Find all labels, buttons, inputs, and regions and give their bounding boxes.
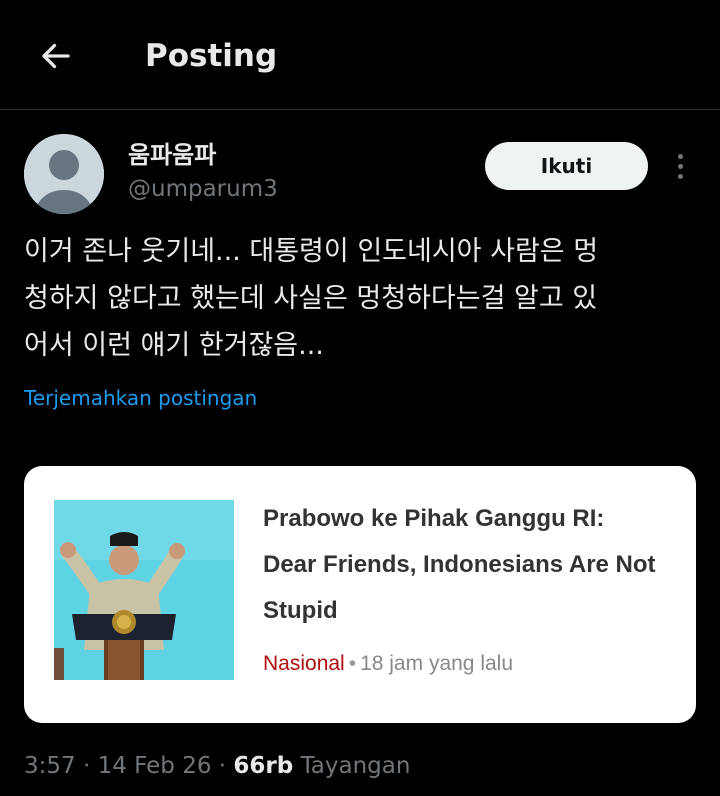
more-options-icon[interactable]	[664, 148, 696, 184]
post-timestamp: 3:57 · 14 Feb 26 · 66rb Tayangan	[24, 750, 410, 782]
more-dot	[677, 163, 683, 169]
article-category[interactable]: Nasional	[263, 652, 345, 675]
post-text: 이거 존나 웃기네... 대통령이 인도네시아 사람은 멍 청하지 않다고 했는…	[24, 236, 599, 361]
separator: ·	[82, 753, 91, 779]
page-title: Posting	[145, 38, 278, 74]
translate-post-link[interactable]: Terjemahkan postingan	[24, 384, 257, 412]
views-label: Tayangan	[300, 753, 411, 779]
author-handle[interactable]: @umparum3	[128, 175, 278, 203]
more-dot	[677, 153, 683, 159]
link-preview-card[interactable]: Prabowo ke Pihak Ganggu RI: Dear Friends…	[24, 466, 696, 723]
back-button[interactable]	[30, 30, 82, 82]
article-time-ago: 18 jam yang lalu	[360, 652, 514, 675]
article-title[interactable]: Prabowo ke Pihak Ganggu RI: Dear Friends…	[263, 496, 663, 634]
speaker-at-podium-image	[54, 500, 234, 680]
author-display-name[interactable]: 움파움파	[128, 140, 216, 170]
views-count[interactable]: 66rb	[233, 753, 293, 779]
meta-separator: •	[348, 652, 357, 675]
top-bar: Posting	[0, 0, 720, 110]
article-meta: Nasional • 18 jam yang lalu	[263, 650, 513, 678]
separator: ·	[218, 753, 227, 779]
default-avatar-icon	[24, 134, 104, 214]
arrow-left-icon	[42, 43, 70, 69]
post-time[interactable]: 3:57	[24, 753, 76, 779]
post-date[interactable]: 14 Feb 26	[98, 753, 212, 779]
follow-button[interactable]: Ikuti	[485, 142, 648, 190]
article-thumbnail	[54, 500, 234, 680]
more-dot	[677, 173, 683, 179]
avatar[interactable]	[24, 134, 104, 214]
